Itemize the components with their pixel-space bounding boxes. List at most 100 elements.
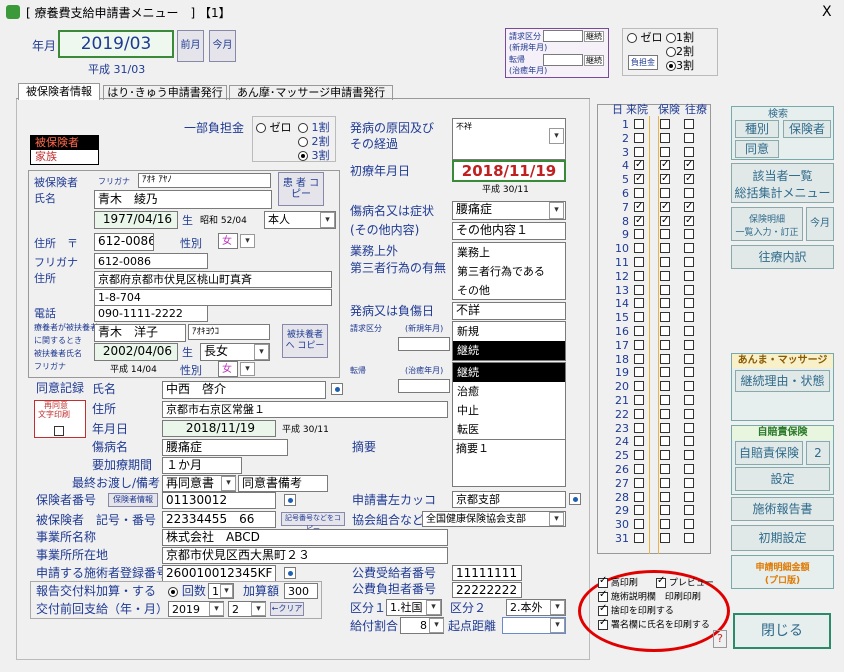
radio-3[interactable]: 3割 [298, 149, 330, 162]
type-list[interactable]: 被保険者 家族 [30, 135, 99, 165]
day-visit-checkbox[interactable] [634, 243, 644, 254]
address-b-field[interactable]: 1-8-704 [94, 289, 332, 306]
day-insurance-checkbox[interactable] [660, 214, 670, 228]
detail-button[interactable]: 保険明細 一覧入力・訂正 [731, 207, 803, 241]
chevron-down-icon[interactable]: ▾ [320, 212, 335, 228]
day-return-checkbox[interactable] [684, 477, 694, 488]
dep-sex-field[interactable]: 女 [218, 361, 238, 377]
day-return-checkbox[interactable] [684, 422, 694, 433]
report-button[interactable]: 施術報告書 [731, 497, 834, 521]
day-return-checkbox[interactable] [684, 395, 694, 405]
dep-kana-field[interactable]: ｱｵｷﾖｳｺ [188, 324, 270, 340]
tenki-item-stop[interactable]: 中止 [453, 401, 565, 420]
day-insurance-checkbox[interactable] [660, 395, 670, 405]
day-visit-checkbox[interactable] [634, 519, 644, 530]
day-insurance-checkbox[interactable] [660, 146, 670, 157]
day-return-checkbox[interactable] [684, 381, 694, 392]
day-return-checkbox[interactable] [684, 450, 694, 461]
zip-field[interactable]: 612-0086 [94, 233, 154, 251]
consent-date-field[interactable]: 2018/11/19 [162, 420, 276, 437]
clear-button[interactable]: ←クリア [270, 602, 304, 616]
day-insurance-checkbox[interactable] [660, 422, 670, 433]
reason-button[interactable]: 継続理由・状態 [735, 370, 830, 392]
pub2-field[interactable]: 22222222 [452, 582, 522, 598]
chevron-down-icon[interactable]: ▾ [240, 362, 255, 376]
day-return-checkbox[interactable] [684, 200, 694, 214]
day-return-checkbox[interactable] [684, 353, 694, 364]
reg-button[interactable] [284, 567, 296, 579]
day-visit-checkbox[interactable] [634, 353, 644, 364]
prev-month-button[interactable]: 前月 [177, 30, 204, 62]
day-return-checkbox[interactable] [684, 188, 694, 198]
consent-dis-field[interactable]: 腰痛症 [162, 439, 288, 456]
insurer-info-button[interactable]: 保険者情報 [108, 493, 158, 507]
chevron-down-icon[interactable]: ▾ [550, 618, 565, 633]
today-button[interactable]: 今月 [806, 207, 834, 241]
work-list[interactable]: 業務上 第三者行為である その他 [452, 242, 566, 300]
req-date-field[interactable] [398, 337, 450, 351]
insurer-num-button[interactable] [284, 494, 296, 506]
day-insurance-checkbox[interactable] [660, 200, 670, 214]
chevron-down-icon[interactable]: ▾ [220, 584, 233, 598]
radio-1-top[interactable]: 1割 [666, 31, 694, 44]
this-month-button[interactable]: 今月 [209, 30, 236, 62]
day-insurance-checkbox[interactable] [660, 158, 670, 172]
tenki-item-cont[interactable]: 継続 [453, 363, 565, 382]
day-return-checkbox[interactable] [684, 214, 694, 228]
chevron-down-icon[interactable]: ▾ [549, 128, 564, 144]
day-return-checkbox[interactable] [684, 229, 694, 240]
close-button[interactable]: 閉じる [733, 613, 831, 649]
chevron-down-icon[interactable]: ▾ [549, 512, 564, 526]
seikyu-field[interactable] [543, 30, 583, 42]
self-insurance-button[interactable]: 自賠責保険 [735, 441, 803, 465]
summary-button[interactable]: 該当者一覧 総括集計メニュー [731, 163, 834, 203]
day-insurance-checkbox[interactable] [660, 450, 670, 461]
day-visit-checkbox[interactable] [634, 477, 644, 488]
chevron-down-icon[interactable]: ▾ [251, 602, 266, 616]
day-insurance-checkbox[interactable] [660, 381, 670, 392]
consent-addr-field[interactable]: 京都市右京区常盤１ [162, 401, 448, 418]
day-visit-checkbox[interactable] [634, 229, 644, 240]
day-visit-checkbox[interactable] [634, 298, 644, 309]
tenki-item-heal[interactable]: 治癒 [453, 382, 565, 401]
day-return-checkbox[interactable] [684, 367, 694, 378]
sex-field[interactable]: 女 [218, 233, 238, 249]
radio-2[interactable]: 2割 [298, 135, 330, 148]
day-insurance-checkbox[interactable] [660, 533, 670, 543]
opt-hide[interactable]: 捨印を印刷する [598, 604, 674, 617]
year-month-field[interactable]: 2019/03 [58, 30, 174, 58]
dep-copy-button[interactable]: 被扶養者へ コピー [282, 324, 328, 358]
dep-birth-field[interactable]: 2002/04/06 [94, 343, 178, 361]
day-insurance-checkbox[interactable] [660, 284, 670, 295]
day-return-checkbox[interactable] [684, 146, 694, 157]
day-visit-checkbox[interactable] [634, 367, 644, 378]
furigana-field[interactable]: ｱｵｷ ｱﾔﾉ [138, 173, 271, 188]
day-insurance-checkbox[interactable] [660, 326, 670, 336]
insurer-button[interactable]: 保険者 [783, 120, 831, 138]
note-field[interactable]: 同意書備考 [238, 475, 328, 492]
period-field[interactable]: １か月 [162, 457, 242, 474]
work-item-1[interactable]: 業務上 [453, 243, 565, 262]
day-insurance-checkbox[interactable] [660, 188, 670, 198]
day-return-checkbox[interactable] [684, 408, 694, 419]
chevron-down-icon[interactable]: ▾ [209, 602, 224, 616]
day-insurance-checkbox[interactable] [660, 477, 670, 488]
radio-2-top[interactable]: 2割 [666, 45, 694, 58]
day-visit-checkbox[interactable] [634, 422, 644, 433]
consent-button[interactable]: 同意 [735, 140, 779, 158]
office-field[interactable]: 株式会社 ABCD [162, 529, 448, 546]
day-return-checkbox[interactable] [684, 132, 694, 143]
day-visit-checkbox[interactable] [634, 172, 644, 186]
day-visit-checkbox[interactable] [634, 339, 644, 350]
day-return-checkbox[interactable] [684, 298, 694, 309]
day-visit-checkbox[interactable] [634, 381, 644, 392]
day-insurance-checkbox[interactable] [660, 270, 670, 281]
day-return-checkbox[interactable] [684, 436, 694, 447]
day-visit-checkbox[interactable] [634, 505, 644, 516]
radio-zero[interactable]: ゼロ [256, 121, 292, 134]
tel-field[interactable]: 090-1111-2222 [94, 305, 208, 322]
day-visit-checkbox[interactable] [634, 464, 644, 474]
self-num-button[interactable]: 2 [806, 441, 830, 465]
name-field[interactable]: 青木 綾乃 [94, 190, 272, 209]
day-visit-checkbox[interactable] [634, 188, 644, 198]
